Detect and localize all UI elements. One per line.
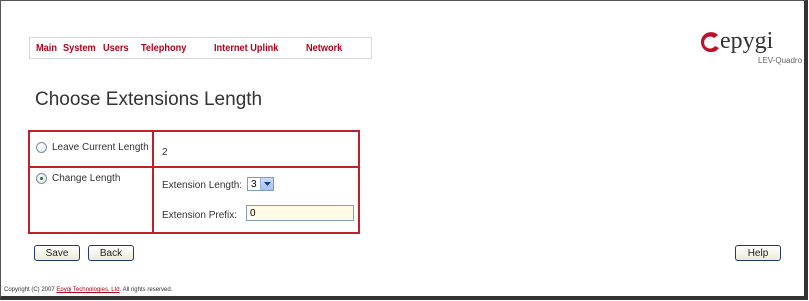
back-button[interactable]: Back: [88, 245, 134, 261]
extension-length-select[interactable]: 3: [247, 177, 274, 191]
change-length-option[interactable]: Change Length: [36, 173, 120, 184]
leave-current-length-radio[interactable]: [36, 142, 47, 153]
help-button[interactable]: Help: [735, 245, 781, 261]
current-length-value: 2: [162, 147, 168, 158]
company-link[interactable]: Epygi Technologies, Ltd: [56, 287, 119, 293]
nav-item-telephony[interactable]: Telephony: [141, 43, 186, 54]
epygi-logo: epygi LEV-Quadro: [696, 28, 806, 74]
nav-item-network[interactable]: Network: [306, 43, 342, 54]
extension-prefix-label: Extension Prefix:: [162, 210, 238, 221]
nav-item-main[interactable]: Main: [36, 43, 57, 54]
chevron-down-icon[interactable]: [260, 178, 273, 190]
epygi-logo-icon: [700, 32, 719, 53]
leave-current-length-option[interactable]: Leave Current Length: [36, 142, 149, 153]
extension-prefix-input[interactable]: [246, 205, 354, 221]
leave-current-length-label: Leave Current Length: [52, 142, 149, 153]
main-nav: Main System Users Telephony Internet Upl…: [29, 37, 372, 59]
copyright-footer: Copyright (C) 2007 Epygi Technologies, L…: [4, 287, 172, 293]
nav-item-system[interactable]: System: [63, 43, 96, 54]
extension-length-label: Extension Length:: [162, 180, 243, 191]
extension-length-value: 3: [251, 178, 257, 190]
page-title: Choose Extensions Length: [35, 89, 263, 110]
options-divider: [152, 132, 154, 232]
logo-model: LEV-Quadro: [758, 56, 803, 65]
nav-item-internet-uplink[interactable]: Internet Uplink: [214, 43, 278, 54]
change-length-label: Change Length: [52, 173, 121, 184]
nav-item-users[interactable]: Users: [103, 43, 129, 54]
copyright-suffix: . All rights reserved.: [119, 287, 173, 293]
save-button[interactable]: Save: [34, 245, 80, 261]
logo-brand: epygi: [720, 28, 774, 54]
change-length-radio[interactable]: [36, 173, 47, 184]
copyright-prefix: Copyright (C) 2007: [4, 287, 57, 293]
